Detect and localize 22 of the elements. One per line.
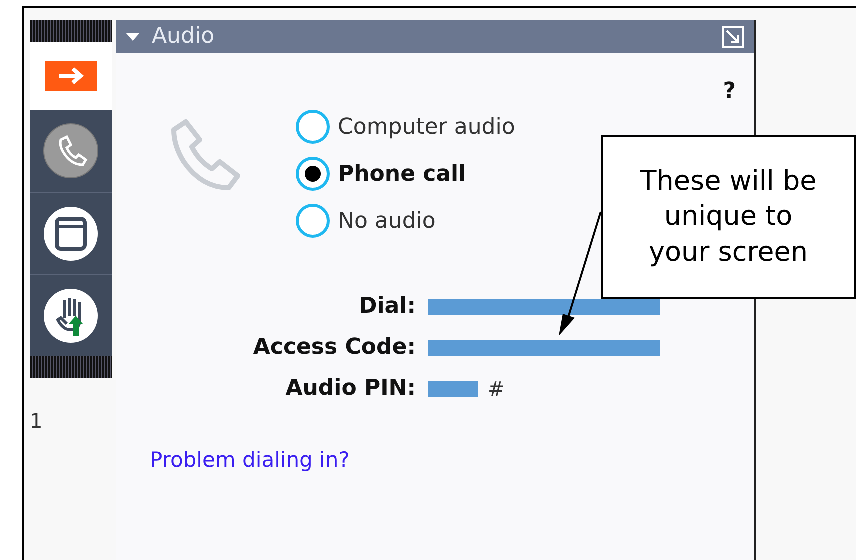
collapse-toggle-icon[interactable] bbox=[126, 32, 140, 42]
radio-option[interactable]: No audio bbox=[296, 204, 516, 238]
help-button[interactable]: ? bbox=[723, 75, 736, 108]
panel-title: Audio bbox=[152, 23, 216, 51]
field-label: Dial: bbox=[358, 293, 416, 321]
field-label: Access Code: bbox=[252, 334, 416, 362]
radio-button[interactable] bbox=[296, 204, 330, 238]
callout-box: These will be unique to your screen bbox=[601, 135, 856, 299]
field-label: Audio PIN: bbox=[284, 375, 416, 403]
grip-handle[interactable] bbox=[30, 356, 112, 378]
grip-handle[interactable] bbox=[30, 20, 112, 42]
radio-option[interactable]: Phone call bbox=[296, 157, 516, 191]
help-link[interactable]: Problem dialing in? bbox=[150, 445, 350, 476]
popout-icon[interactable] bbox=[722, 26, 744, 48]
radio-option[interactable]: Computer audio bbox=[296, 110, 516, 144]
phone-icon bbox=[43, 123, 99, 179]
window-icon bbox=[43, 206, 99, 262]
row-number: 1 bbox=[29, 408, 44, 435]
radio-button[interactable] bbox=[296, 157, 330, 191]
field-value: # bbox=[488, 376, 505, 402]
radio-button[interactable] bbox=[296, 110, 330, 144]
raised-hand-icon bbox=[43, 288, 99, 344]
